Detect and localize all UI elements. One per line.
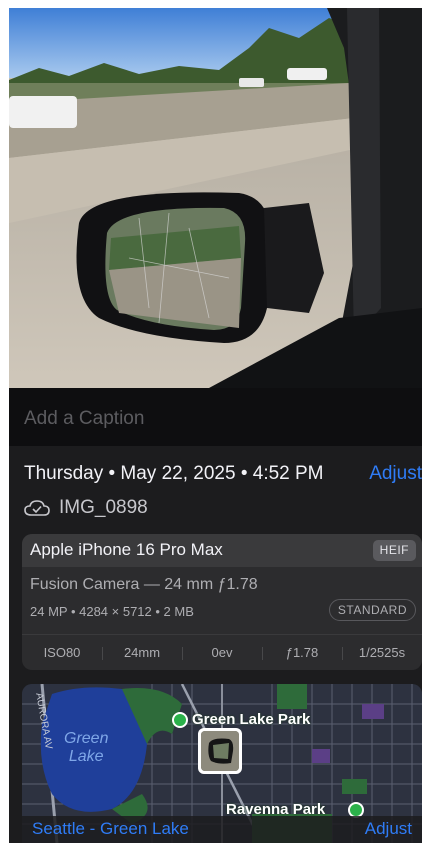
date-row: Thursday • May 22, 2025 • 4:52 PM Adjust <box>24 463 422 491</box>
adjust-location-button[interactable]: Adjust <box>365 819 412 839</box>
photo-thumbnail <box>201 731 239 771</box>
location-name-link[interactable]: Seattle - Green Lake <box>32 819 189 839</box>
photo-view[interactable] <box>9 8 422 388</box>
caption-area <box>9 388 422 446</box>
capture-date: Thursday • May 22, 2025 • 4:52 PM <box>24 463 324 484</box>
file-name: IMG_0898 <box>59 497 148 518</box>
location-map[interactable]: AURORA AV Green Lake Green Lake Park Rav… <box>22 684 422 843</box>
photo-info-screen: Thursday • May 22, 2025 • 4:52 PM Adjust… <box>9 8 422 843</box>
photographic-style-badge: STANDARD <box>328 599 416 621</box>
park-label-north: Green Lake Park <box>192 711 311 728</box>
exif-exposure-bias: 0ev <box>182 645 262 660</box>
caption-input[interactable] <box>24 408 404 430</box>
exif-shutter-speed: 1/2525s <box>342 645 422 660</box>
exif-iso: ISO80 <box>43 645 81 660</box>
photo-image <box>9 8 422 388</box>
exif-aperture: ƒ1.78 <box>262 645 342 660</box>
file-row: IMG_0898 <box>24 495 148 521</box>
image-specs: 24 MP • 4284 × 5712 • 2 MB <box>30 604 194 619</box>
adjust-date-button[interactable]: Adjust <box>369 463 422 485</box>
park-pin-icon[interactable] <box>172 712 188 728</box>
device-card-header: Apple iPhone 16 Pro Max HEIF <box>22 534 422 567</box>
device-card: Apple iPhone 16 Pro Max HEIF Fusion Came… <box>22 534 422 670</box>
map-footer: Seattle - Green Lake Adjust <box>22 816 422 843</box>
exif-focal-length: 24mm <box>102 645 182 660</box>
camera-lens: Fusion Camera — 24 mm ƒ1.78 <box>30 576 258 593</box>
lake-label: Green Lake <box>64 730 109 765</box>
device-name: Apple iPhone 16 Pro Max <box>30 540 223 559</box>
cloud-check-icon <box>24 500 50 516</box>
format-badge: HEIF <box>372 540 416 561</box>
photo-location-pin[interactable] <box>198 728 242 774</box>
info-panel: Thursday • May 22, 2025 • 4:52 PM Adjust… <box>9 446 422 843</box>
exif-row: ISO80 24mm 0ev ƒ1.78 1/2525s <box>22 634 422 670</box>
